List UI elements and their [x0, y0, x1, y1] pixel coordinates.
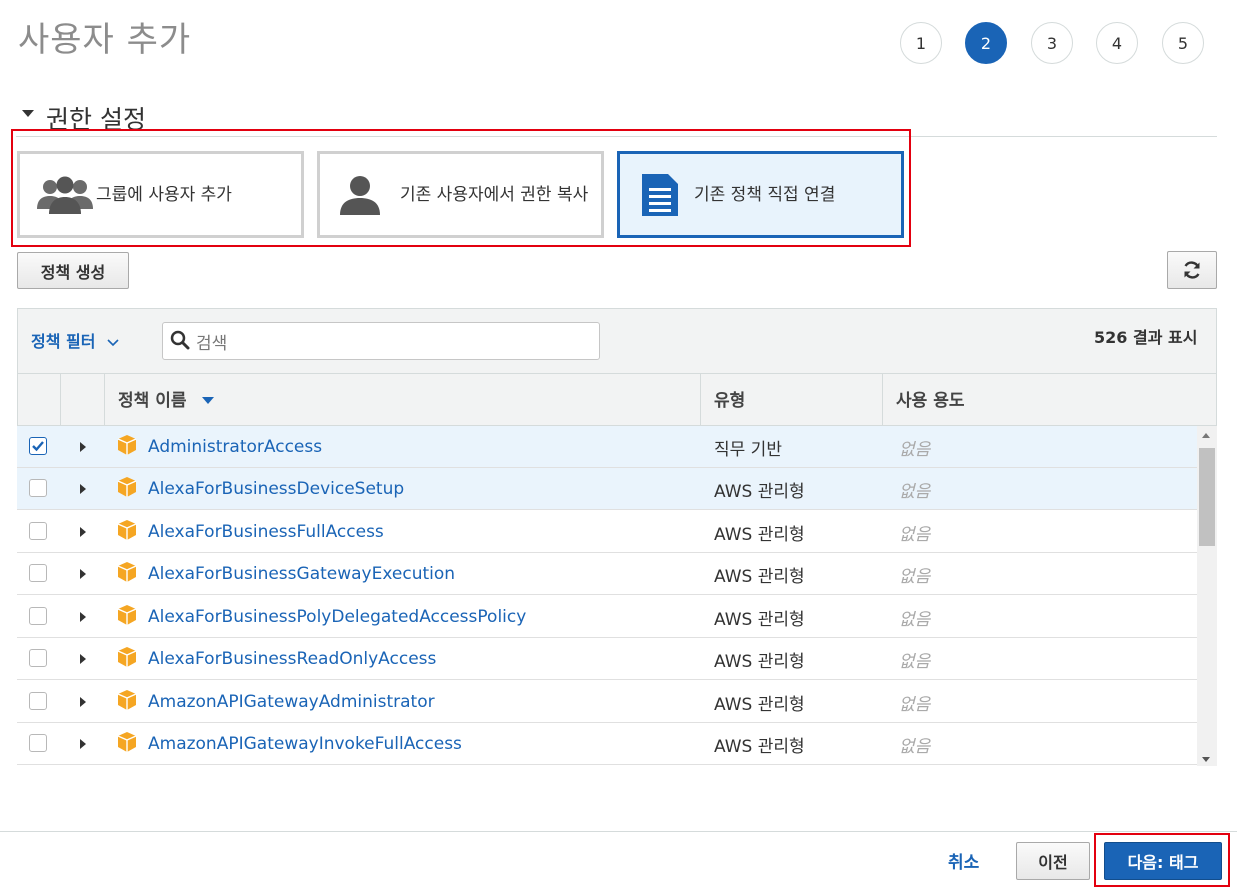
- expand-row-icon[interactable]: [80, 527, 86, 537]
- policy-name-link[interactable]: AmazonAPIGatewayAdministrator: [148, 692, 435, 712]
- previous-button[interactable]: 이전: [1016, 842, 1090, 880]
- column-separator[interactable]: [882, 374, 883, 426]
- row-checkbox[interactable]: [29, 734, 47, 752]
- policy-type: AWS 관리형: [714, 525, 805, 545]
- policy-filter-label: 정책 필터: [31, 332, 96, 351]
- policy-name-link[interactable]: AdministratorAccess: [148, 437, 322, 457]
- policy-type: AWS 관리형: [714, 482, 805, 502]
- sort-descending-icon[interactable]: [202, 397, 214, 404]
- step-5[interactable]: 5: [1162, 22, 1204, 64]
- column-header-name[interactable]: 정책 이름: [118, 386, 186, 411]
- table-row[interactable]: AlexaForBusinessPolyDelegatedAccessPolic…: [17, 596, 1197, 638]
- step-3[interactable]: 3: [1031, 22, 1073, 64]
- column-header-usage[interactable]: 사용 용도: [896, 386, 964, 411]
- expand-row-icon[interactable]: [80, 612, 86, 622]
- column-header-type[interactable]: 유형: [714, 386, 745, 411]
- expand-row-icon[interactable]: [80, 654, 86, 664]
- policy-cube-icon: [117, 690, 137, 710]
- result-count: 526 결과 표시: [1094, 328, 1198, 347]
- policy-usage: 없음: [899, 652, 931, 672]
- expand-row-icon[interactable]: [80, 569, 86, 579]
- search-placeholder: 검색: [196, 334, 228, 354]
- search-input[interactable]: [162, 322, 600, 360]
- policy-type: AWS 관리형: [714, 695, 805, 715]
- policy-table-body: AdministratorAccess 직무 기반 없음 AlexaForBus…: [17, 426, 1197, 766]
- scroll-down-arrow-icon[interactable]: [1202, 757, 1210, 762]
- step-2[interactable]: 2: [965, 22, 1007, 64]
- policy-usage: 없음: [899, 567, 931, 587]
- policy-name-link[interactable]: AmazonAPIGatewayInvokeFullAccess: [148, 734, 462, 754]
- footer-divider: [0, 831, 1237, 832]
- chevron-down-icon: [107, 339, 119, 347]
- row-checkbox[interactable]: [29, 479, 47, 497]
- policy-name-link[interactable]: AlexaForBusinessFullAccess: [148, 522, 384, 542]
- policy-type: 직무 기반: [714, 440, 782, 460]
- policy-cube-icon: [117, 477, 137, 497]
- policy-cube-icon: [117, 647, 137, 667]
- search-icon: [170, 330, 190, 350]
- policy-cube-icon: [117, 562, 137, 582]
- scrollbar-thumb[interactable]: [1199, 448, 1215, 546]
- row-checkbox[interactable]: [29, 522, 47, 540]
- column-separator: [104, 374, 105, 426]
- policy-usage: 없음: [899, 610, 931, 630]
- policy-type: AWS 관리형: [714, 737, 805, 757]
- row-checkbox[interactable]: [29, 564, 47, 582]
- policy-usage: 없음: [899, 525, 931, 545]
- table-header: [17, 374, 1217, 426]
- scroll-up-arrow-icon[interactable]: [1202, 433, 1210, 438]
- row-checkbox[interactable]: [29, 607, 47, 625]
- expand-row-icon[interactable]: [80, 484, 86, 494]
- table-row[interactable]: AmazonAPIGatewayInvokeFullAccess AWS 관리형…: [17, 723, 1197, 765]
- highlight-frame-next: [1094, 833, 1230, 887]
- policy-usage: 없음: [899, 737, 931, 757]
- policy-type: AWS 관리형: [714, 610, 805, 630]
- policy-name-link[interactable]: AlexaForBusinessGatewayExecution: [148, 564, 455, 584]
- table-row[interactable]: AdministratorAccess 직무 기반 없음: [17, 426, 1197, 468]
- policy-filter-dropdown[interactable]: 정책 필터: [31, 328, 119, 352]
- policy-usage: 없음: [899, 695, 931, 715]
- refresh-icon: [1184, 261, 1200, 279]
- table-row[interactable]: AlexaForBusinessGatewayExecution AWS 관리형…: [17, 553, 1197, 595]
- policy-name-link[interactable]: AlexaForBusinessReadOnlyAccess: [148, 649, 436, 669]
- policy-type: AWS 관리형: [714, 652, 805, 672]
- policy-usage: 없음: [899, 482, 931, 502]
- policy-cube-icon: [117, 732, 137, 752]
- cancel-link[interactable]: 취소: [948, 848, 979, 873]
- checkmark-icon: [32, 441, 44, 452]
- expand-row-icon[interactable]: [80, 739, 86, 749]
- policy-cube-icon: [117, 520, 137, 540]
- column-separator: [60, 374, 61, 426]
- table-row[interactable]: AlexaForBusinessDeviceSetup AWS 관리형 없음: [17, 468, 1197, 510]
- policy-usage: 없음: [899, 440, 931, 460]
- expand-row-icon[interactable]: [80, 442, 86, 452]
- create-policy-button[interactable]: 정책 생성: [17, 252, 129, 289]
- row-checkbox[interactable]: [29, 437, 47, 455]
- row-checkbox[interactable]: [29, 649, 47, 667]
- policy-cube-icon: [117, 435, 137, 455]
- column-separator[interactable]: [700, 374, 701, 426]
- policy-name-link[interactable]: AlexaForBusinessDeviceSetup: [148, 479, 404, 499]
- policy-type: AWS 관리형: [714, 567, 805, 587]
- expand-row-icon[interactable]: [80, 697, 86, 707]
- section-collapse-caret-icon[interactable]: [22, 110, 34, 117]
- table-row[interactable]: AlexaForBusinessReadOnlyAccess AWS 관리형 없…: [17, 638, 1197, 680]
- step-4[interactable]: 4: [1096, 22, 1138, 64]
- highlight-frame-options: [11, 129, 911, 247]
- table-row[interactable]: AmazonAPIGatewayAdministrator AWS 관리형 없음: [17, 681, 1197, 723]
- table-row[interactable]: AlexaForBusinessFullAccess AWS 관리형 없음: [17, 511, 1197, 553]
- row-checkbox[interactable]: [29, 692, 47, 710]
- page-title: 사용자 추가: [18, 20, 192, 60]
- policy-name-link[interactable]: AlexaForBusinessPolyDelegatedAccessPolic…: [148, 607, 526, 627]
- step-1[interactable]: 1: [900, 22, 942, 64]
- policy-cube-icon: [117, 605, 137, 625]
- refresh-button[interactable]: [1167, 251, 1217, 289]
